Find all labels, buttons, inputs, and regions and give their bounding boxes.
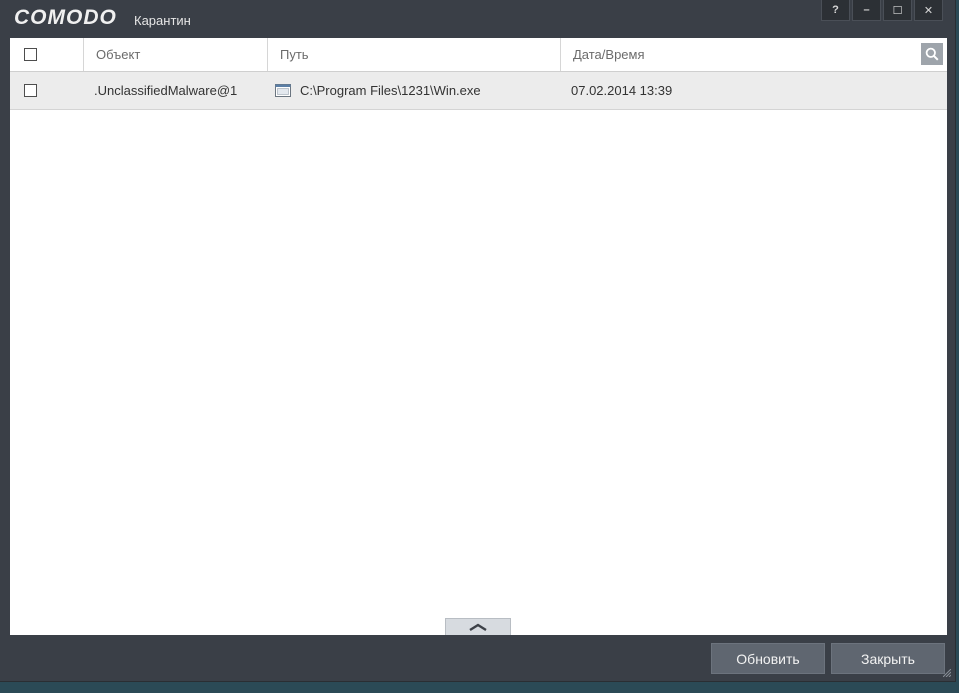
close-button[interactable]: Закрыть — [831, 643, 945, 674]
close-window-button[interactable]: ✕ — [914, 0, 943, 21]
row-path: C:\Program Files\1231\Win.exe — [300, 83, 481, 98]
table-header: Объект Путь Дата/Время — [10, 38, 947, 72]
row-datetime: 07.02.2014 13:39 — [571, 83, 673, 98]
window-controls: ? – ☐ ✕ — [819, 0, 943, 21]
column-header-object[interactable]: Объект — [83, 38, 267, 71]
minimize-button[interactable]: – — [852, 0, 881, 21]
search-icon — [925, 47, 939, 61]
column-header-path[interactable]: Путь — [267, 38, 560, 71]
select-all-checkbox[interactable] — [24, 48, 37, 61]
resize-grip-icon[interactable] — [943, 669, 951, 677]
help-button[interactable]: ? — [821, 0, 850, 21]
column-header-datetime[interactable]: Дата/Время — [560, 38, 920, 71]
row-checkbox[interactable] — [24, 84, 37, 97]
maximize-button[interactable]: ☐ — [883, 0, 912, 21]
exe-file-icon — [275, 84, 291, 97]
header-select-all-cell — [10, 38, 83, 71]
chevron-up-icon — [469, 623, 487, 632]
quarantine-window: COMODO Карантин ? – ☐ ✕ Объект Путь Дата… — [0, 0, 956, 682]
collapse-panel-button[interactable] — [445, 618, 511, 635]
quarantine-list-panel: Объект Путь Дата/Время .UnclassifiedMalw… — [10, 38, 947, 635]
row-path-cell: C:\Program Files\1231\Win.exe — [275, 72, 481, 109]
table-row[interactable]: .UnclassifiedMalware@1 C:\Program Files\… — [10, 72, 947, 110]
row-object: .UnclassifiedMalware@1 — [94, 83, 238, 98]
window-title: Карантин — [134, 13, 191, 28]
refresh-button[interactable]: Обновить — [711, 643, 825, 674]
title-bar[interactable]: COMODO Карантин ? – ☐ ✕ — [0, 0, 955, 38]
search-button[interactable] — [921, 43, 943, 65]
comodo-logo: COMODO — [14, 6, 117, 29]
